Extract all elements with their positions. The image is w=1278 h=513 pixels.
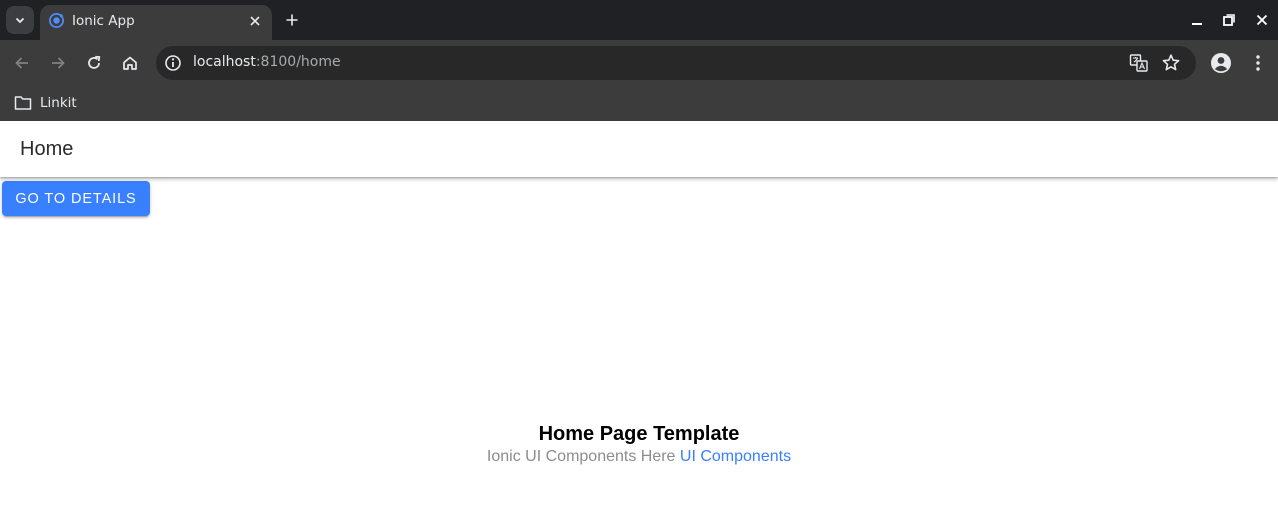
- plus-icon: [286, 14, 298, 26]
- tab-title: Ionic App: [72, 13, 135, 29]
- arrow-left-icon: [15, 57, 28, 69]
- browser-toolbar: localhost:8100/home: [0, 40, 1278, 86]
- new-tab-button[interactable]: [281, 9, 303, 31]
- browser-menu-button[interactable]: [1248, 52, 1268, 74]
- address-bar[interactable]: localhost:8100/home: [156, 46, 1196, 80]
- ionic-favicon-icon: [49, 13, 64, 28]
- go-to-details-button[interactable]: GO TO DETAILS: [2, 181, 150, 216]
- close-window-button[interactable]: [1252, 10, 1272, 30]
- template-text: Ionic UI Components Here: [486, 448, 676, 465]
- url-path: :8100/home: [255, 54, 341, 70]
- info-icon[interactable]: [164, 54, 182, 72]
- app-header: Home: [0, 121, 1278, 177]
- page-title: Home: [20, 138, 74, 160]
- bookmark-folder-linkit[interactable]: Linkit: [8, 90, 83, 116]
- restore-button[interactable]: [1219, 10, 1239, 30]
- browser-tab[interactable]: Ionic App: [40, 5, 272, 40]
- minimize-button[interactable]: [1187, 10, 1207, 30]
- profile-icon[interactable]: [1210, 52, 1232, 74]
- home-button[interactable]: [117, 50, 143, 76]
- url-host: localhost: [193, 54, 256, 70]
- more-vert-icon: [1256, 55, 1260, 71]
- back-button[interactable]: [9, 50, 35, 76]
- arrow-right-icon: [52, 57, 65, 69]
- template-info: Home Page Template Ionic UI Components H…: [0, 422, 1278, 468]
- translate-icon[interactable]: [1129, 53, 1149, 73]
- app-content: Home GO TO DETAILS Home Page Template Io…: [0, 121, 1278, 513]
- folder-icon: [14, 96, 32, 110]
- bookmark-label: Linkit: [40, 95, 77, 111]
- template-title: Home Page Template: [538, 423, 740, 445]
- reload-button[interactable]: [81, 50, 107, 76]
- forward-button[interactable]: [45, 50, 71, 76]
- star-icon[interactable]: [1161, 53, 1181, 73]
- minimize-icon: [1192, 23, 1202, 25]
- reload-icon: [88, 55, 101, 69]
- bookmarks-bar: Linkit: [0, 86, 1278, 121]
- tab-strip: Ionic App: [0, 0, 1278, 40]
- ui-components-link[interactable]: UI Components: [680, 448, 791, 465]
- template-description: Ionic UI Components Here UI Components: [0, 446, 1278, 468]
- tab-search-button[interactable]: [6, 6, 34, 34]
- home-icon: [123, 56, 137, 70]
- restore-icon: [1223, 14, 1235, 26]
- close-icon: [1256, 14, 1268, 26]
- tab-close-button[interactable]: [246, 12, 264, 30]
- url-text[interactable]: localhost:8100/home: [193, 54, 341, 70]
- close-icon: [250, 16, 260, 26]
- chevron-down-icon: [15, 17, 25, 24]
